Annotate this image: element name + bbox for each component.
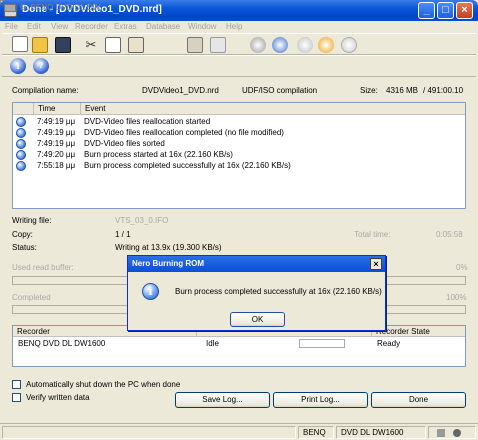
completed-label: Completed: [12, 293, 51, 302]
verify-label: Verify written data: [26, 393, 90, 402]
writing-file: VTS_03_0.IFO: [115, 216, 169, 225]
drive-label: G: BENQ DVD DL DW: [20, 3, 101, 12]
erase-icon[interactable]: [318, 37, 334, 53]
writing-file-label: Writing file:: [12, 216, 52, 225]
copy-icon[interactable]: [105, 37, 121, 53]
statusbar-drive: BENQ: [303, 428, 326, 437]
status-label: Status:: [12, 243, 37, 252]
log-col-time[interactable]: Time: [34, 103, 81, 115]
statusbar-drive-cell: BENQ: [298, 426, 334, 439]
whats-this-icon[interactable]: ?: [33, 58, 49, 74]
completed-value: 100%: [446, 293, 467, 302]
compilation-name-label: Compilation name:: [12, 86, 79, 95]
menu-file[interactable]: File: [5, 21, 18, 32]
info-icon: [16, 128, 26, 138]
write-icon[interactable]: [187, 37, 203, 53]
info-icon: [16, 117, 26, 127]
save-icon[interactable]: [55, 37, 71, 53]
recorder-row[interactable]: BENQ DVD DL DW1600 Idle Ready: [13, 338, 465, 350]
recorder-progress: [299, 339, 345, 348]
dialog-title-bar: Nero Burning ROM ×: [128, 256, 385, 272]
status-bar: BENQ DVD DL DW1600: [0, 423, 478, 440]
statusbar-icons: [428, 426, 476, 439]
dialog-close-button[interactable]: ×: [370, 258, 382, 270]
total-time-label: Total time:: [354, 230, 391, 239]
log-col-event[interactable]: Event: [81, 103, 465, 115]
main-toolbar: [2, 33, 476, 55]
shutdown-label: Automatically shut down the PC when done: [26, 380, 181, 389]
completion-dialog: Nero Burning ROM × i Burn process comple…: [127, 255, 386, 331]
dialog-title: Nero Burning ROM: [132, 259, 204, 268]
menu-recorder[interactable]: Recorder: [75, 21, 108, 32]
recorder-state: Ready: [377, 339, 401, 348]
duration-value: / 491:00.10: [423, 86, 464, 95]
verify-checkbox[interactable]: [12, 393, 21, 402]
statusbar-message: [2, 426, 296, 439]
info-icon: [16, 150, 26, 160]
info-icon[interactable]: i: [10, 58, 26, 74]
menu-extras[interactable]: Extras: [114, 21, 137, 32]
done-button[interactable]: Done: [371, 392, 466, 408]
shutdown-checkbox[interactable]: [12, 380, 21, 389]
copy-label: Copy:: [12, 230, 33, 239]
paste-icon[interactable]: [128, 37, 144, 53]
duration: 491:00.10: [427, 86, 464, 95]
statusbar-model-cell: DVD DL DW1600: [336, 426, 426, 439]
disc-tools-icon[interactable]: [210, 37, 226, 53]
eject-icon[interactable]: [341, 37, 357, 53]
drive-icon: [4, 4, 16, 12]
statusbar-model: DVD DL DW1600: [341, 428, 404, 437]
help-toolbar: [2, 55, 476, 77]
size-value: 4316 MB: [386, 86, 419, 95]
menu-help[interactable]: Help: [226, 21, 242, 32]
recorder-table[interactable]: Recorder Recorder State BENQ DVD DL DW16…: [12, 325, 466, 367]
menu-bar: File Edit View Recorder Extras Database …: [0, 21, 478, 32]
ok-button[interactable]: OK: [230, 312, 285, 327]
menu-database[interactable]: Database: [146, 21, 180, 32]
total-time: 0:05:58: [436, 230, 463, 239]
minimize-button[interactable]: _: [418, 2, 435, 19]
menu-view[interactable]: View: [51, 21, 68, 32]
log-list[interactable]: Time Event 7:49:19 μμ DVD-Video files rea…: [12, 102, 466, 209]
menu-edit[interactable]: Edit: [27, 21, 41, 32]
used-buffer-label: Used read buffer:: [12, 263, 74, 272]
lock-icon: [453, 429, 461, 437]
open-icon[interactable]: [32, 37, 48, 53]
disc-info-icon[interactable]: [297, 37, 313, 53]
copy-value: 1 / 1: [115, 230, 131, 239]
burn-icon[interactable]: [250, 37, 266, 53]
info-icon: [16, 139, 26, 149]
compilation-type: UDF/ISO compilation: [242, 86, 318, 95]
info-icon: [16, 161, 26, 171]
info-icon: i: [142, 283, 159, 300]
menu-window[interactable]: Window: [188, 21, 216, 32]
size-label: Size:: [360, 86, 378, 95]
close-button[interactable]: ×: [456, 2, 473, 19]
disc-status-icon: [437, 429, 445, 437]
recorder-name: BENQ DVD DL DW1600: [18, 339, 106, 348]
save-log-button[interactable]: Save Log...: [175, 392, 270, 408]
dialog-message: Burn process completed successfully at 1…: [175, 287, 382, 296]
copy-disc-icon[interactable]: [272, 37, 288, 53]
recorder-action: Idle: [206, 339, 219, 348]
status-value: Writing at 13.9x (19.300 KB/s): [115, 243, 222, 252]
print-log-button[interactable]: Print Log...: [273, 392, 368, 408]
maximize-button[interactable]: □: [437, 2, 454, 19]
compilation-name: DVDVideo1_DVD.nrd: [142, 86, 219, 95]
log-col-icon[interactable]: [13, 103, 34, 115]
log-header: Time Event: [13, 103, 465, 115]
new-icon[interactable]: [12, 36, 28, 52]
log-row[interactable]: 7:55:18 μμ Burn process completed success…: [13, 160, 465, 172]
cut-icon[interactable]: ✂: [83, 37, 99, 53]
used-buffer-value: 0%: [456, 263, 468, 272]
